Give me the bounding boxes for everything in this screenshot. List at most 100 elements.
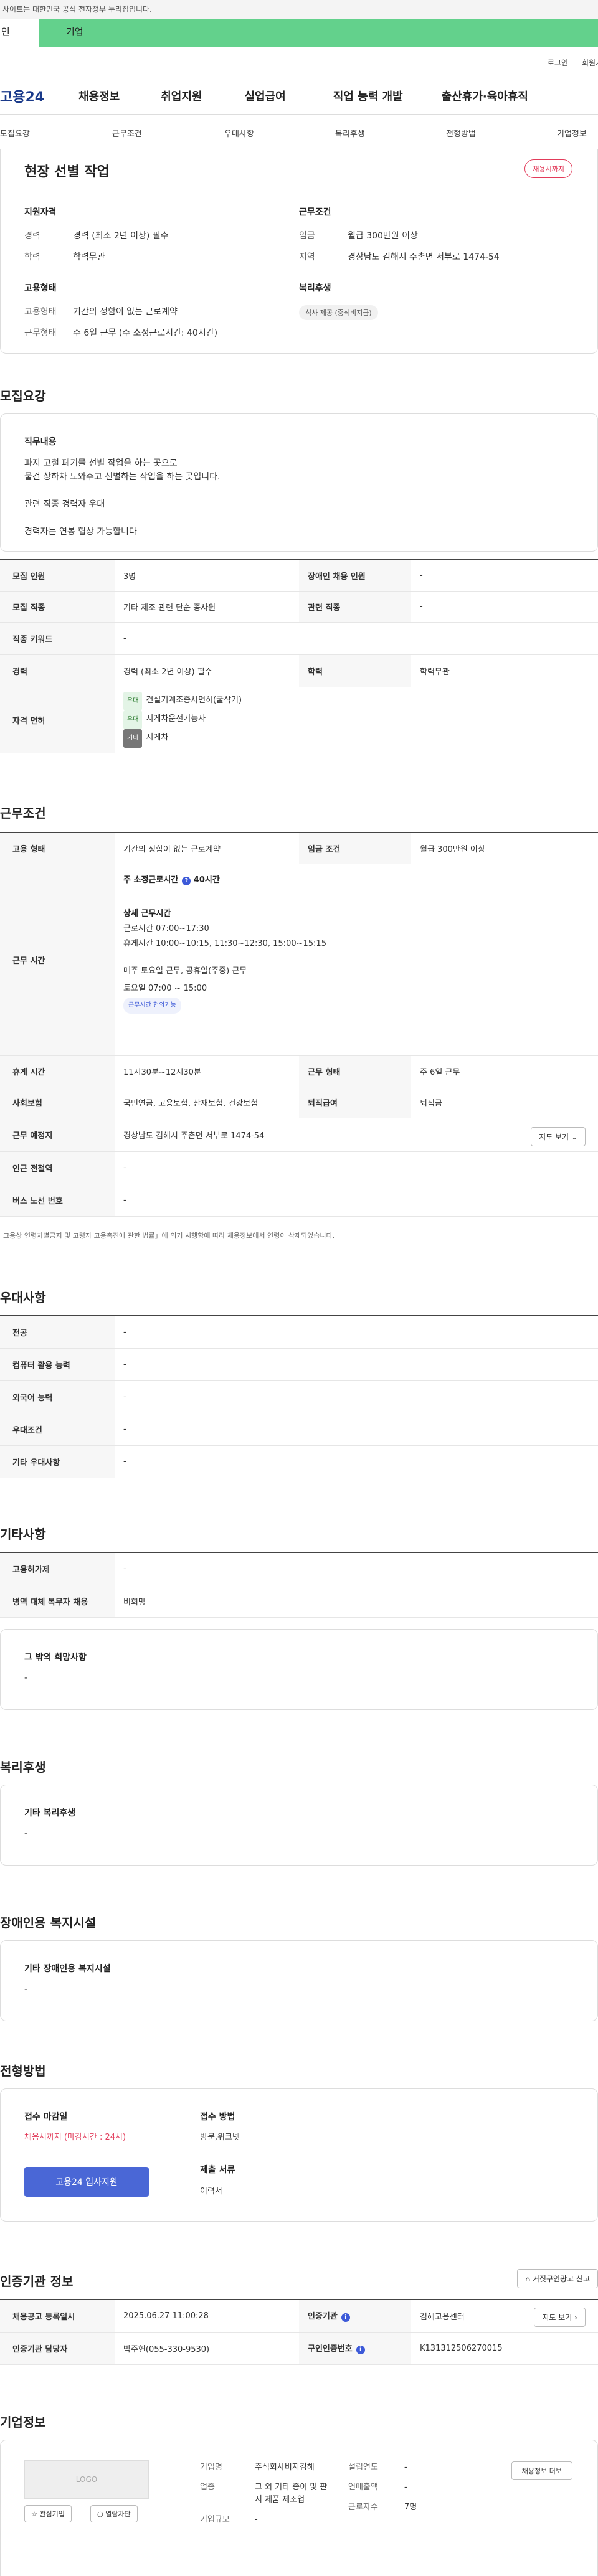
info-icon[interactable]: i	[356, 2346, 365, 2354]
label: 컴퓨터 활용 능력	[0, 1348, 115, 1381]
company-box: LOGO ☆ 관심기업 ○ 열람차단 기업명 주식회사비지김해 업종 그 외 기타 …	[0, 2440, 598, 2576]
etc-section-title: 기타사항	[0, 1527, 46, 1542]
label: 장애인 채용 인원	[299, 560, 411, 592]
welfare-box: 기타 복리후생 -	[0, 1785, 598, 1866]
label: 관련 직종	[299, 591, 411, 623]
label: 연매출액	[348, 2483, 378, 2492]
value: 주 6일 근무	[411, 1055, 598, 1087]
section-nav-process[interactable]: 전형방법	[446, 127, 476, 139]
process-box: 접수 마감일 채용시까지 (마감시간 : 24시) 고용24 입사지원 접수 방…	[0, 2088, 598, 2222]
global-nav: 고용24 채용정보 취업지원 실업급여 직업 능력 개발 출산휴가·육아휴직	[0, 77, 598, 115]
value: -	[115, 1184, 598, 1217]
value: 학력무관	[411, 654, 598, 687]
label: 고용 형태	[0, 833, 115, 864]
section-nav-conditions[interactable]: 근무조건	[112, 127, 142, 139]
agency-table: 채용공고 등록일시 2025.06.27 11:00:28 인증기관 i 김해고용센…	[0, 2299, 598, 2365]
circle-icon: ○	[97, 2510, 103, 2518]
detail-hours-line: 휴게시간 10:00~10:15, 11:30~12:30, 15:00~15:…	[123, 938, 326, 948]
welfare-tag: 식사 제공 (중식비지급)	[299, 305, 378, 320]
method-value: 방문,워크넷	[200, 2133, 240, 2142]
login-link[interactable]: 로그인	[548, 57, 568, 68]
label: 인근 전철역	[0, 1151, 115, 1184]
value: 기간의 정함이 없는 근로계약	[73, 307, 178, 317]
value: 경력 (최소 2년 이상) 필수	[115, 654, 299, 687]
duty-line: 물건 상하차 도와주고 선별하는 작업을 하는 곳입니다.	[24, 472, 221, 482]
weekly-hours-value: 40시간	[193, 875, 220, 885]
label: 고용형태	[24, 307, 57, 317]
site-logo[interactable]: 고용24	[0, 86, 50, 106]
block-view-button[interactable]: ○ 열람차단	[90, 2505, 138, 2522]
tab-individual[interactable]: 인	[0, 19, 39, 47]
conditions-heading: 근무조건	[299, 207, 331, 217]
label: 인증기관	[308, 2312, 338, 2322]
value: 기타 제조 관련 단순 종사원	[115, 591, 299, 623]
agency-section-title: 인증기관 정보	[0, 2274, 74, 2289]
license-tag: 우대	[123, 692, 143, 710]
label: 버스 노선 번호	[0, 1184, 115, 1217]
more-jobs-button[interactable]: 채용정보 더보	[511, 2461, 572, 2480]
value: 김해고용센터	[420, 2312, 465, 2322]
saturday-line: 매주 토요일 근무, 공휴일(주중) 근무	[123, 966, 247, 976]
license-tag: 우대	[123, 710, 143, 729]
gnb-item-jobs[interactable]: 채용정보	[78, 88, 120, 104]
label: 사회보험	[0, 1087, 115, 1118]
map-button[interactable]: 지도 보기 ⌄	[531, 1126, 586, 1146]
agency-map-button[interactable]: 지도 보기 ›	[534, 2308, 586, 2327]
section-nav-welfare[interactable]: 복리후생	[335, 127, 365, 139]
label: 설립연도	[348, 2463, 378, 2472]
section-nav-company[interactable]: 기업정보	[557, 127, 587, 139]
favorite-company-button[interactable]: ☆ 관심기업	[24, 2505, 72, 2522]
weekly-hours-label: 주 소정근로시간	[123, 875, 179, 885]
value: 주식회사비지김해	[255, 2463, 315, 2472]
saturday-line: 토요일 07:00 ~ 15:00	[123, 983, 207, 993]
duty-line: 관련 직종 경력자 우대	[24, 499, 105, 509]
value: 경상남도 김해시 주촌면 서부로 1474-54	[123, 1131, 265, 1141]
label: 인증기관 담당자	[0, 2332, 115, 2365]
value: 경상남도 김해시 주촌면 서부로 1474-54	[348, 252, 500, 262]
recruit-section-title: 모집요강	[0, 389, 46, 403]
label: 임금 조건	[299, 833, 411, 864]
label: 휴게 시간	[0, 1055, 115, 1087]
value: -	[411, 560, 598, 592]
gnb-item-employment-support[interactable]: 취업지원	[161, 88, 202, 104]
disability-box-heading: 기타 장애인용 복지시설	[24, 1964, 111, 1974]
company-logo: LOGO	[24, 2460, 149, 2499]
section-nav-preferences[interactable]: 우대사항	[224, 127, 254, 139]
pref-table: 전공 - 컴퓨터 활용 능력 - 외국어 능력 - 우대조건 - 기타 우대사항 -	[0, 1315, 598, 1478]
value: 그 외 기타 종이 및 판지 제품 제조업	[255, 2483, 328, 2504]
gnb-item-training[interactable]: 직업 능력 개발	[333, 88, 403, 104]
value: -	[115, 1445, 598, 1478]
value: 국민연금, 고용보험, 산재보험, 건강보험	[115, 1087, 299, 1118]
report-button-label: 거짓구인광고 신고	[532, 2275, 590, 2283]
section-nav-recruit[interactable]: 모집요강	[0, 127, 30, 139]
label: 구인인증번호	[308, 2344, 353, 2354]
label: 자격 면허	[0, 687, 115, 753]
value: -	[115, 1552, 598, 1585]
block-label: 열람차단	[105, 2510, 131, 2518]
method-label: 접수 방법	[200, 2112, 235, 2122]
user-type-tabs: 인 기업	[0, 19, 598, 47]
other-wishes-heading: 그 밖의 희망사항	[24, 1653, 87, 1663]
apply-button[interactable]: 고용24 입사지원	[24, 2167, 149, 2197]
documents-label: 제출 서류	[200, 2165, 235, 2175]
gov-banner: 사이트는 대한민국 공식 전자정부 누리집입니다.	[0, 0, 598, 19]
value: 기간의 정함이 없는 근로계약	[115, 833, 299, 864]
value: 주 6일 근무 (주 소정근로시간: 40시간)	[73, 328, 218, 338]
label: 고용허가제	[0, 1552, 115, 1585]
label: 근무형태	[24, 328, 57, 338]
value: -	[115, 1348, 598, 1381]
info-icon[interactable]: ?	[182, 876, 191, 885]
gnb-item-parental-leave[interactable]: 출산휴가·육아휴직	[442, 88, 528, 104]
gnb-item-unemployment[interactable]: 실업급여	[245, 88, 286, 104]
value: 학력무관	[73, 252, 105, 262]
label: 외국어 능력	[0, 1380, 115, 1413]
report-fake-ad-button[interactable]: ⌂ 거짓구인광고 신고	[517, 2269, 598, 2288]
chevron-down-icon: ⌄	[571, 1132, 577, 1141]
label: 근로자수	[348, 2503, 378, 2512]
tab-company[interactable]: 기업	[39, 19, 598, 47]
section-nav: 모집요강 근무조건 우대사항 복리후생 전형방법 기업정보	[0, 115, 598, 149]
signup-link[interactable]: 회원가	[582, 57, 598, 68]
info-icon[interactable]: i	[341, 2313, 350, 2323]
map-button-label: 지도 보기	[542, 2313, 572, 2322]
company-section-title: 기업정보	[0, 2415, 46, 2430]
